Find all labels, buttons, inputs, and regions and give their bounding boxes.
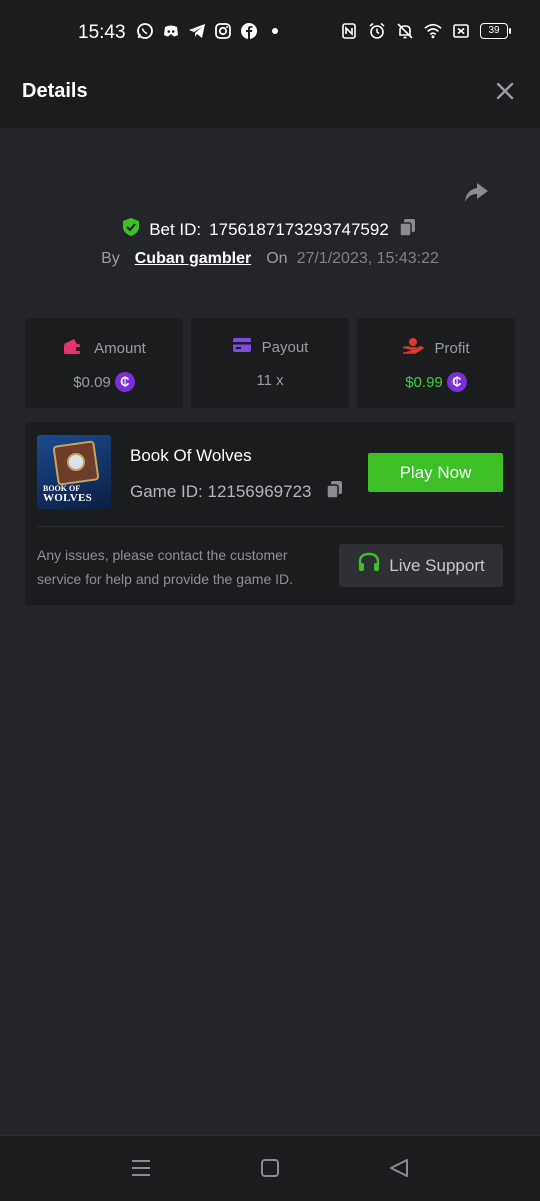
system-nav-bar	[0, 1135, 540, 1201]
play-now-button[interactable]: Play Now	[368, 453, 503, 492]
sim-icon	[452, 22, 470, 40]
facebook-icon	[240, 22, 258, 40]
home-square-icon	[261, 1159, 279, 1177]
copy-icon	[399, 219, 415, 237]
system-icons: 39	[340, 22, 511, 40]
close-icon	[496, 82, 514, 100]
status-time: 15:43	[78, 22, 126, 43]
bet-datetime: 27/1/2023, 15:43:22	[296, 250, 439, 267]
back-button[interactable]	[387, 1156, 411, 1180]
nfc-icon	[340, 22, 358, 40]
menu-icon	[132, 1160, 150, 1176]
details-header: Details	[0, 56, 540, 128]
battery-indicator: 39	[480, 23, 511, 39]
alarm-icon	[368, 22, 386, 40]
coin-icon: ₵	[114, 372, 135, 392]
status-bar: 15:43 39	[0, 0, 540, 56]
divider	[37, 526, 503, 527]
payout-card: Payout 11 x	[191, 318, 349, 408]
bet-id-row: Bet ID: 1756187173293747592	[0, 216, 540, 243]
copy-game-id-button[interactable]	[324, 478, 346, 505]
wallet-icon	[62, 337, 84, 359]
amount-value: $0.09	[73, 373, 111, 391]
copy-bet-id-button[interactable]	[397, 216, 419, 243]
live-support-label: Live Support	[389, 555, 485, 575]
bet-id-label: Bet ID:	[149, 219, 202, 239]
copy-icon	[325, 481, 342, 499]
by-label: By	[101, 250, 120, 267]
share-button[interactable]	[462, 178, 490, 206]
mute-icon	[396, 22, 414, 40]
profit-card: Profit $0.99 ₵	[357, 318, 515, 408]
home-button[interactable]	[258, 1156, 282, 1180]
instagram-icon	[214, 22, 232, 40]
game-id-value: 12156969723	[207, 481, 312, 501]
dot-icon	[266, 22, 284, 40]
coin-icon: ₵	[446, 372, 467, 392]
book-eye-image	[67, 453, 85, 471]
on-label: On	[266, 250, 288, 267]
discord-icon	[162, 22, 180, 40]
live-support-button[interactable]: Live Support	[339, 544, 503, 587]
hand-money-icon	[402, 337, 425, 359]
back-triangle-icon	[390, 1159, 408, 1177]
verified-shield-icon	[121, 217, 141, 242]
bet-id-value: 1756187173293747592	[209, 219, 389, 239]
profit-value: $0.99	[405, 373, 443, 391]
thumbnail-title-line2: WOLVES	[43, 492, 93, 504]
wifi-icon	[424, 22, 442, 40]
game-id-label: Game ID:	[130, 481, 203, 501]
whatsapp-icon	[136, 22, 154, 40]
payout-value: 11 x	[256, 372, 284, 389]
bet-owner-row: By Cuban gambler On 27/1/2023, 15:43:22	[0, 250, 540, 268]
notification-icons	[136, 22, 284, 40]
payout-label: Payout	[261, 338, 309, 356]
amount-label: Amount	[94, 339, 146, 357]
game-id-row: Game ID: 12156969723	[130, 478, 346, 505]
recent-apps-button[interactable]	[129, 1156, 153, 1180]
headset-icon	[357, 551, 381, 580]
game-thumbnail[interactable]: BOOK OF WOLVES	[37, 435, 111, 509]
amount-card: Amount $0.09 ₵	[25, 318, 183, 408]
share-icon	[465, 183, 488, 202]
card-icon	[232, 337, 252, 357]
game-card: BOOK OF WOLVES Book Of Wolves Game ID: 1…	[25, 422, 515, 605]
telegram-icon	[188, 22, 206, 40]
game-name: Book Of Wolves	[130, 446, 252, 465]
profit-label: Profit	[434, 339, 470, 357]
support-info-text: Any issues, please contact the customer …	[37, 547, 294, 587]
user-link[interactable]: Cuban gambler	[135, 250, 251, 268]
page-title: Details	[22, 80, 88, 102]
close-button[interactable]	[494, 80, 516, 102]
